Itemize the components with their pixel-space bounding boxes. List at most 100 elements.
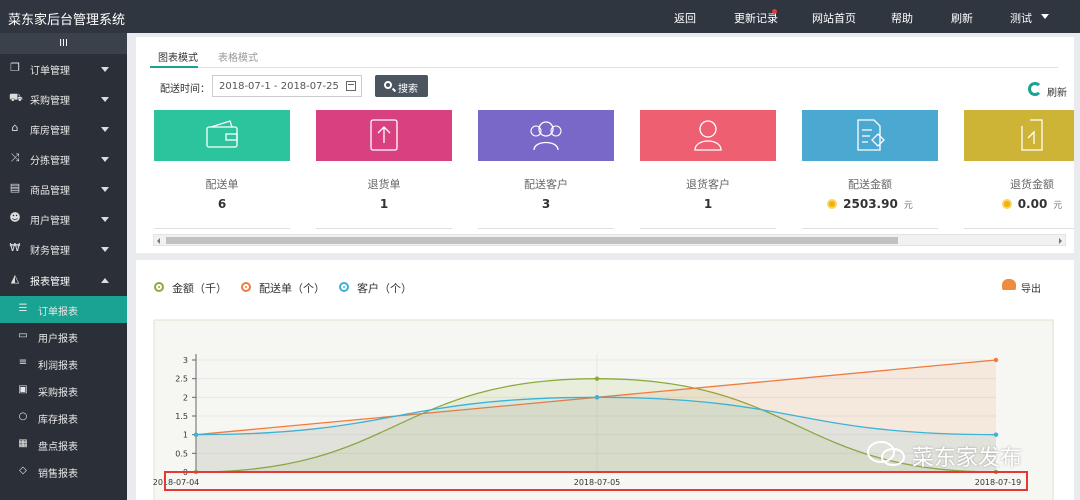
wallet-icon <box>206 120 238 148</box>
y-tick-label: 1 <box>183 431 188 440</box>
sidebar-subitem-inventory-report[interactable]: ▦ 盘点报表 <box>0 431 127 458</box>
x-tick-label: 2018-07-05 <box>574 478 621 487</box>
chevron-down-icon <box>101 67 109 72</box>
data-point <box>594 376 600 381</box>
tab-divider <box>150 67 1058 68</box>
coin-icon <box>827 199 838 209</box>
circle-icon: ○ <box>18 411 28 422</box>
document-icon <box>857 119 885 151</box>
stat-value: 1 <box>703 197 713 211</box>
sidebar-subitem-label: 订单报表 <box>38 307 78 318</box>
chevron-down-icon[interactable] <box>1041 14 1049 19</box>
y-tick-label: 1.5 <box>175 412 188 421</box>
stat-tile <box>154 110 290 161</box>
wechat-icon <box>867 441 905 466</box>
scroll-right-icon[interactable] <box>1059 238 1062 244</box>
search-button-label: 搜索 <box>398 84 418 95</box>
sidebar-item-warehouse[interactable]: ⌂ 库房管理 <box>0 114 127 144</box>
sidebar-item-orders[interactable]: ❐ 订单管理 <box>0 54 127 84</box>
sidebar-item-sorting[interactable]: ⤨ 分拣管理 <box>0 144 127 174</box>
sidebar-subitem-label: 盘点报表 <box>38 442 78 453</box>
sidebar-toggle-button[interactable]: III <box>0 33 127 54</box>
calculator-icon: ▦ <box>18 438 28 449</box>
calendar-icon[interactable] <box>346 81 356 91</box>
users-icon: ☻ <box>9 211 21 224</box>
cart-icon: ⛟ <box>9 91 23 104</box>
data-point <box>993 357 999 363</box>
stat-card-return-customers: 退货客户 1 <box>640 110 776 230</box>
updates-badge <box>772 9 777 14</box>
stat-name: 配送客户 <box>524 178 568 191</box>
sidebar-item-products[interactable]: ▤ 商品管理 <box>0 174 127 204</box>
stat-unit: 元 <box>1053 201 1063 211</box>
scrollbar-thumb[interactable] <box>166 237 898 244</box>
search-button[interactable]: 搜索 <box>375 75 428 97</box>
scroll-left-icon[interactable] <box>157 238 160 244</box>
stat-divider <box>964 228 1074 229</box>
group-icon <box>530 121 562 151</box>
diamond-icon: ◇ <box>19 465 27 476</box>
copy-icon: ❐ <box>10 61 20 74</box>
nav-homepage-link[interactable]: 网站首页 <box>812 10 856 26</box>
stat-amount: 2503.90 <box>843 197 898 211</box>
sidebar-subitem-order-report[interactable]: ☰ 订单报表 <box>0 296 127 323</box>
tab-table-mode[interactable]: 表格模式 <box>218 49 258 64</box>
stat-name: 配送单 <box>205 178 239 191</box>
coin-icon <box>1001 199 1012 209</box>
stat-divider <box>802 228 938 229</box>
sidebar-subitem-label: 库存报表 <box>38 415 78 426</box>
refresh-icon <box>1028 82 1042 96</box>
stat-card-return-orders: 退货单 1 <box>316 110 452 230</box>
user-menu[interactable]: 测试 <box>1010 10 1032 26</box>
stat-card-delivery-amount: 配送金额 2503.90 元 <box>802 110 938 230</box>
sidebar-subitem-sales-report[interactable]: ◇ 销售报表 <box>0 458 127 485</box>
sidebar-item-users[interactable]: ☻ 用户管理 <box>0 204 127 234</box>
sidebar-item-label: 财务管理 <box>30 246 70 257</box>
stat-name: 配送金额 <box>848 178 892 191</box>
y-tick-label: 2.5 <box>175 375 188 384</box>
sidebar-subitem-stock-report[interactable]: ○ 库存报表 <box>0 404 127 431</box>
sidebar-subitem-purchase-report[interactable]: ▣ 采购报表 <box>0 377 127 404</box>
chevron-down-icon <box>101 217 109 222</box>
nav-help-link[interactable]: 帮助 <box>891 10 913 26</box>
stat-card-delivery-orders: 配送单 6 <box>154 110 290 230</box>
sidebar-item-finance[interactable]: ₩ 财务管理 <box>0 234 127 264</box>
horizontal-scrollbar[interactable] <box>153 234 1066 246</box>
x-tick-label: 2018-07-04 <box>153 478 200 487</box>
stats-panel: 图表模式 表格模式 配送时间： 2018-07-1 - 2018-07-25 搜… <box>136 37 1074 253</box>
shop-icon: ▤ <box>9 181 21 194</box>
refresh-label: 刷新 <box>1047 88 1067 99</box>
stat-divider <box>640 228 776 229</box>
stat-tile <box>964 110 1074 161</box>
tab-chart-mode[interactable]: 图表模式 <box>158 49 198 64</box>
stat-tile <box>802 110 938 161</box>
stat-divider <box>316 228 452 229</box>
date-filter-label: 配送时间： <box>160 84 210 95</box>
sidebar-item-purchasing[interactable]: ⛟ 采购管理 <box>0 84 127 114</box>
active-tab-indicator <box>150 66 198 68</box>
stat-divider <box>478 228 614 229</box>
nav-refresh-link[interactable]: 刷新 <box>951 10 973 26</box>
app-title: 菜东家后台管理系统 <box>8 13 126 28</box>
sidebar-item-reports[interactable]: ◭ 报表管理 <box>0 265 127 295</box>
nav-back-link[interactable]: 返回 <box>674 10 696 26</box>
data-point <box>193 432 199 437</box>
stat-divider <box>154 228 290 229</box>
sidebar-subitem-user-report[interactable]: ▭ 用户报表 <box>0 323 127 350</box>
sidebar-subitem-profit-report[interactable]: ≡ 利润报表 <box>0 350 127 377</box>
stat-name: 退货单 <box>367 178 401 191</box>
chevron-up-icon <box>101 278 109 283</box>
chevron-down-icon <box>101 187 109 192</box>
sidebar-item-label: 报表管理 <box>30 277 70 288</box>
data-point <box>993 432 999 437</box>
sidebar-item-label: 订单管理 <box>30 66 70 77</box>
chevron-down-icon <box>101 247 109 252</box>
date-range-input[interactable]: 2018-07-1 - 2018-07-25 <box>212 75 362 97</box>
date-range-value: 2018-07-1 - 2018-07-25 <box>219 81 339 92</box>
yen-icon: ₩ <box>9 241 21 254</box>
stat-card-return-amount: 退货金额 0.00 元 <box>964 110 1074 230</box>
search-icon <box>384 81 392 89</box>
sidebar-item-label: 库房管理 <box>30 126 70 137</box>
briefcase-icon: ▣ <box>18 384 28 395</box>
y-tick-label: 2 <box>183 393 188 402</box>
